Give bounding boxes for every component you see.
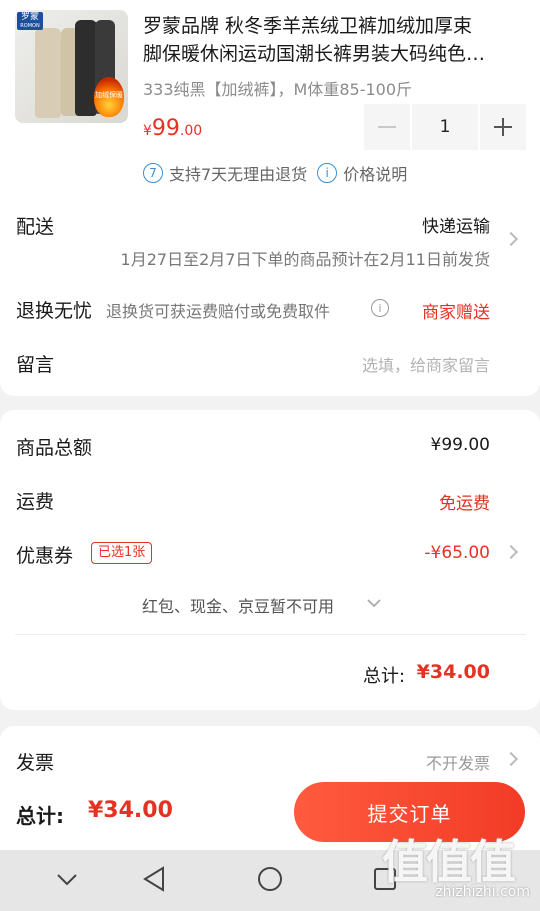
plus-icon <box>494 118 512 136</box>
chevron-down-icon[interactable] <box>366 597 382 609</box>
watermark-text: zhizhizhi.com <box>435 884 530 900</box>
quantity-input[interactable]: 1 <box>412 104 478 150</box>
product-spec[interactable]: 333纯黑【加绒裤】，M体重85-100斤 <box>143 76 412 100</box>
info-icon[interactable]: i <box>317 163 338 183</box>
back-icon[interactable] <box>142 866 166 892</box>
coupon-label: 优惠券 <box>16 545 74 567</box>
delivery-estimate: 1月27日至2月7日下单的商品预计在2月11日前发货 <box>120 250 490 269</box>
service-info: 7 支持7天无理由退货 i 价格说明 <box>143 161 407 185</box>
brand-logo: 罗蒙 ROMON <box>17 12 43 30</box>
message-input[interactable]: 选填，给商家留言 <box>362 352 490 376</box>
quantity-stepper: 1 <box>364 104 526 150</box>
return-policy-text[interactable]: 支持7天无理由退货 <box>169 161 307 185</box>
coupon-value[interactable]: -¥65.00 <box>424 543 490 563</box>
footer-total-label: 总计: <box>16 804 64 828</box>
summary-total-label: 总计: <box>363 666 406 687</box>
product-title[interactable]: 罗蒙品牌 秋冬季羊羔绒卫裤加绒加厚束 脚保暖休闲运动国潮长裤男装大码纯色… <box>143 12 523 68</box>
price-info-link[interactable]: 价格说明 <box>343 161 407 185</box>
pants-beige-shape <box>35 28 61 118</box>
shipping-value: 免运费 <box>439 494 490 514</box>
minus-icon <box>378 126 396 128</box>
divider <box>15 634 526 635</box>
product-price: ¥99.00 <box>143 116 203 141</box>
seven-day-return-icon: 7 <box>143 163 163 183</box>
increment-button[interactable] <box>480 104 526 150</box>
shipping-label: 运费 <box>16 491 55 513</box>
returns-desc: 退换货可获运费赔付或免费取件 <box>106 302 331 321</box>
product-image[interactable]: 罗蒙 ROMON 加绒保暖 <box>15 10 128 123</box>
invoice-value[interactable]: 不开发票 <box>426 750 490 774</box>
delivery-method[interactable]: 快递运输 <box>422 212 490 237</box>
decrement-button[interactable] <box>364 104 410 150</box>
unavailable-discounts[interactable]: 红包、现金、京豆暂不可用 <box>142 593 334 617</box>
coupon-selected-badge: 已选1张 <box>91 542 153 564</box>
product-title-line: 罗蒙品牌 秋冬季羊羔绒卫裤加绒加厚束 <box>143 15 473 37</box>
goods-total-label: 商品总额 <box>16 437 93 459</box>
returns-status[interactable]: 商家赠送 <box>422 298 490 323</box>
summary-total-value: ¥34.00 <box>416 661 490 683</box>
hide-keyboard-icon[interactable] <box>56 871 78 887</box>
info-icon[interactable]: i <box>371 299 389 317</box>
product-title-line: 脚保暖休闲运动国潮长裤男装大码纯色… <box>143 43 486 65</box>
home-icon[interactable] <box>257 866 283 892</box>
goods-total-value: ¥99.00 <box>430 435 490 455</box>
footer-total-value: ¥34.00 <box>88 798 173 823</box>
fleece-badge: 加绒保暖 <box>94 77 124 117</box>
message-label: 留言 <box>16 354 55 376</box>
returns-label: 退换无忧 <box>16 300 93 322</box>
invoice-label: 发票 <box>16 752 55 774</box>
delivery-label: 配送 <box>16 216 55 238</box>
